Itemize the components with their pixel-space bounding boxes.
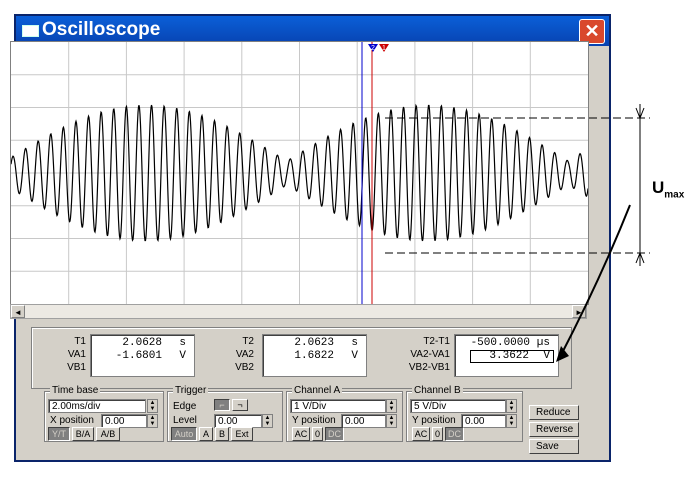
pointer-arrow: [559, 204, 631, 358]
pointer-arrowhead-icon: [556, 346, 569, 362]
umax-label: U: [652, 178, 665, 197]
umax-annotation: Umax: [652, 178, 684, 200]
annotation-overlay: [385, 104, 650, 362]
umax-subscript: max: [664, 189, 685, 201]
